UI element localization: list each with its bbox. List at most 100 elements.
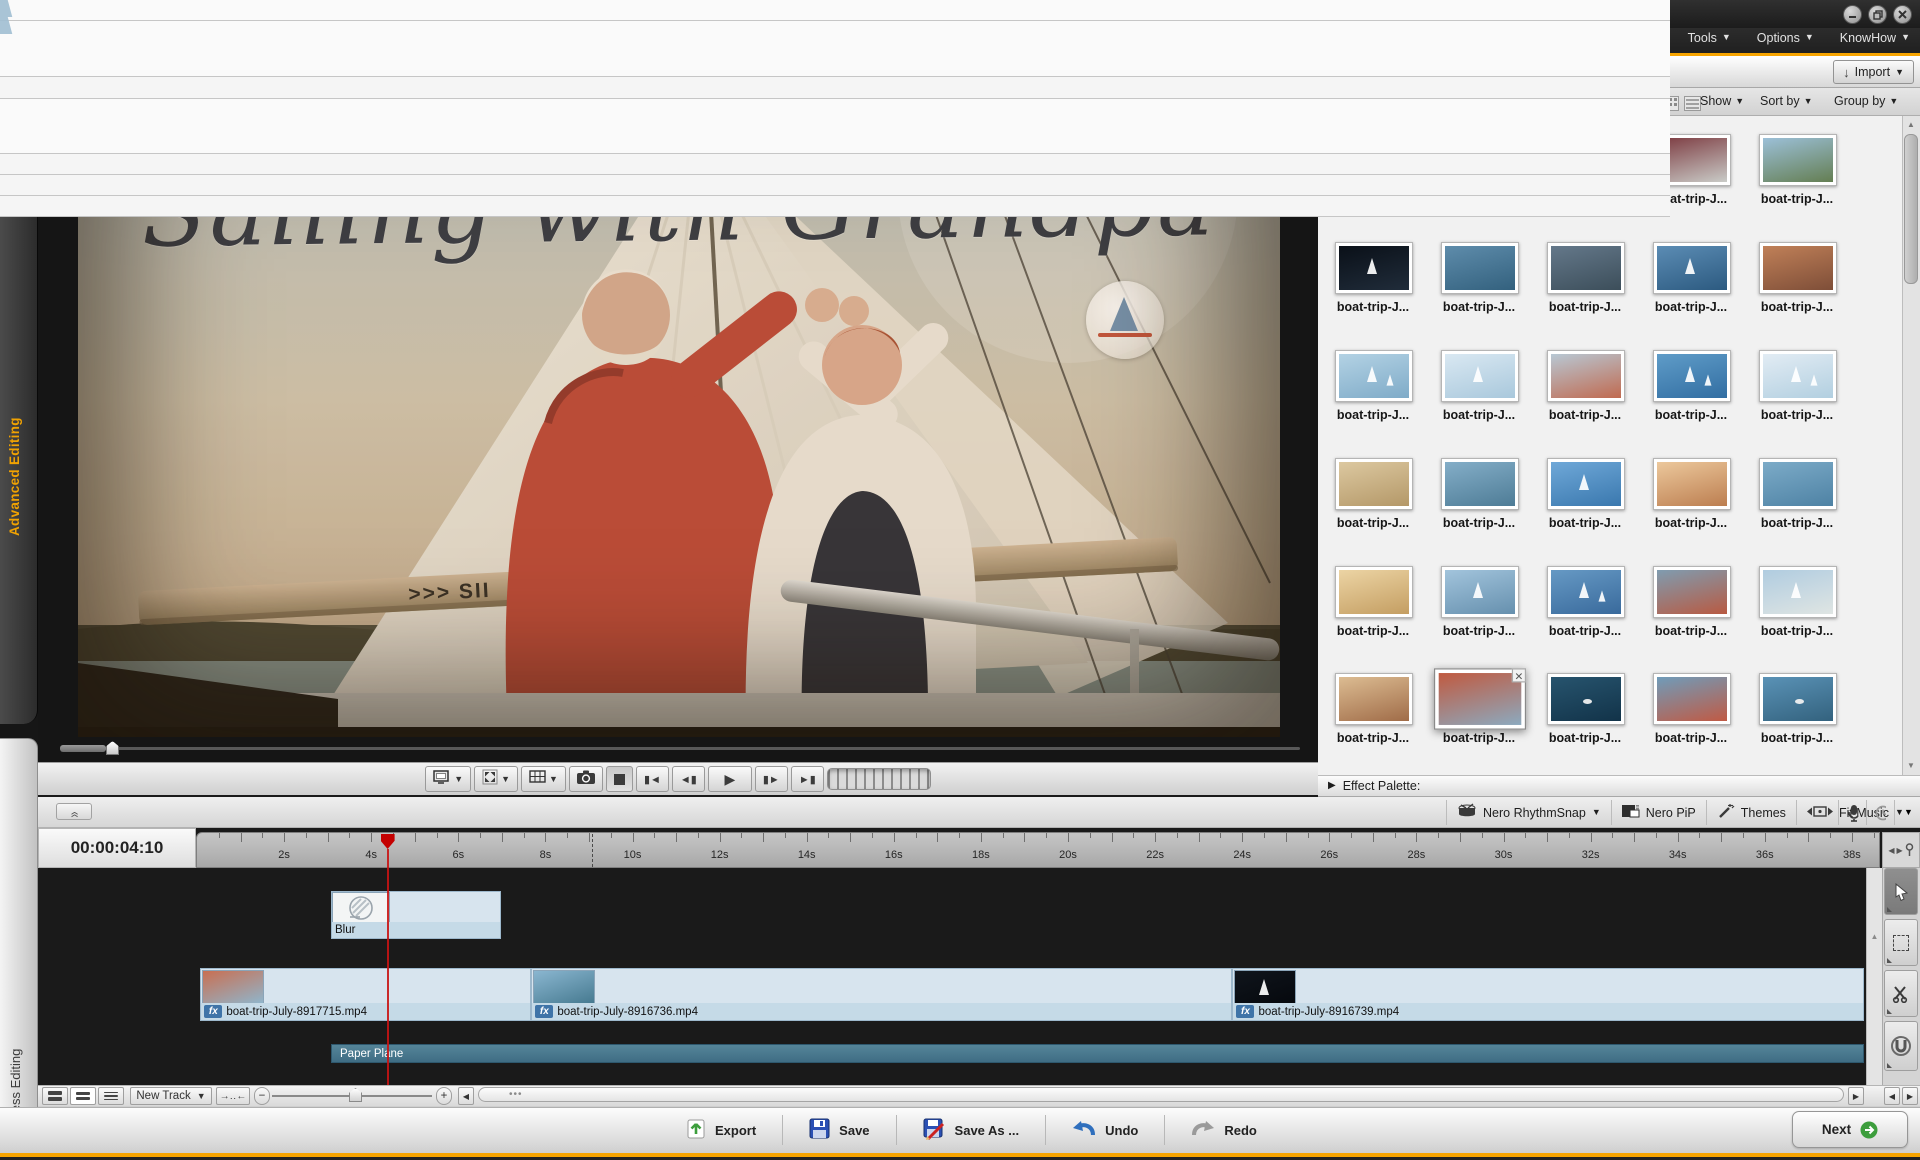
close-icon[interactable]: ✕ [1512, 668, 1526, 682]
track-height-large-button[interactable] [42, 1087, 68, 1105]
nav-right-icon[interactable]: ▶ [1897, 846, 1903, 855]
media-scroll-thumb[interactable] [1904, 134, 1918, 284]
nav-left-icon[interactable]: ◀ [1888, 846, 1894, 855]
scroll-down-icon[interactable]: ▼ [1903, 758, 1919, 774]
jump-end-button[interactable]: ►▮ [791, 766, 824, 792]
media-item[interactable] [1759, 566, 1837, 618]
safe-area-button[interactable]: ▼ [521, 766, 566, 792]
seek-bar[interactable] [60, 747, 1300, 750]
effect-palette-bar[interactable]: ▶ Effect Palette: [1318, 775, 1920, 797]
show-dropdown[interactable]: Show▼ [1700, 94, 1744, 108]
fx-badge[interactable]: fx [535, 1005, 553, 1018]
scroll-up-icon[interactable]: ▲ [1903, 117, 1919, 133]
clip-blur[interactable]: Blur [331, 891, 501, 939]
snap-tool-button[interactable] [1884, 1021, 1918, 1071]
media-item[interactable] [1653, 673, 1731, 725]
close-button[interactable] [1893, 5, 1912, 24]
playhead-line[interactable] [387, 849, 389, 1085]
collapse-timeline-button[interactable]: « [56, 803, 92, 820]
prev-frame-button[interactable]: ◄▮ [672, 766, 705, 792]
clip-music[interactable]: Paper Plane [331, 1044, 1864, 1063]
media-item[interactable] [1759, 242, 1837, 294]
jog-shuttle[interactable] [827, 768, 931, 790]
zoom-out-button[interactable]: − [254, 1087, 270, 1105]
media-item[interactable] [1441, 458, 1519, 510]
knowhow-menu[interactable]: KnowHow▼ [1840, 31, 1910, 45]
media-item[interactable] [1335, 242, 1413, 294]
media-item[interactable] [1441, 242, 1519, 294]
minimize-button[interactable] [1843, 5, 1862, 24]
track-height-small-button[interactable] [98, 1087, 124, 1105]
tab-express-editing[interactable]: Express Editing [0, 738, 38, 1160]
restore-button[interactable] [1868, 5, 1887, 24]
redo-button[interactable]: Redo [1165, 1113, 1283, 1147]
next-button[interactable]: Next [1792, 1111, 1908, 1148]
fullscreen-button[interactable]: ▼ [474, 766, 518, 792]
media-item[interactable] [1547, 242, 1625, 294]
media-item[interactable] [1441, 350, 1519, 402]
view-list-icon[interactable] [1684, 96, 1701, 111]
lane-video-1[interactable] [0, 99, 1670, 154]
save-as-button[interactable]: Save As ... [897, 1113, 1046, 1147]
hscroll-left-icon[interactable]: ◀ [458, 1087, 474, 1105]
media-item[interactable] [1759, 673, 1837, 725]
media-item[interactable] [1759, 458, 1837, 510]
media-item[interactable] [1547, 458, 1625, 510]
media-item[interactable] [1653, 458, 1731, 510]
undo-button[interactable]: Undo [1046, 1113, 1164, 1147]
export-button[interactable]: Export [660, 1113, 782, 1147]
transition-wedge[interactable] [0, 17, 20, 34]
fx-badge[interactable]: fx [1236, 1005, 1254, 1018]
timeline-vscroll[interactable]: ▲ [1866, 868, 1882, 1085]
fx-badge[interactable]: fx [204, 1005, 222, 1018]
group-by-dropdown[interactable]: Group by▼ [1834, 94, 1898, 108]
options-menu[interactable]: Options▼ [1757, 31, 1814, 45]
import-button[interactable]: ↓ Import ▼ [1833, 60, 1914, 84]
media-item[interactable] [1653, 350, 1731, 402]
next-frame-button[interactable]: ▮► [755, 766, 788, 792]
media-item[interactable] [1441, 566, 1519, 618]
timer-button[interactable] [1866, 800, 1894, 825]
toolbar-nero-rhythmsnap[interactable]: Nero RhythmSnap▼ [1446, 800, 1611, 825]
media-item[interactable] [1547, 566, 1625, 618]
timeline-hscroll[interactable]: ••• [478, 1087, 1844, 1102]
media-item[interactable] [1335, 673, 1413, 725]
select-tool-button[interactable] [1884, 868, 1918, 915]
media-item[interactable] [1547, 673, 1625, 725]
toolbar-themes[interactable]: Themes [1706, 800, 1796, 825]
lane-music[interactable] [0, 175, 1670, 196]
corner-left-icon[interactable]: ◀ [1884, 1087, 1900, 1105]
media-item[interactable] [1335, 458, 1413, 510]
hscroll-right-icon[interactable]: ▶ [1848, 1087, 1864, 1105]
media-item[interactable] [1759, 134, 1837, 186]
media-item[interactable] [1335, 350, 1413, 402]
corner-right-icon[interactable]: ▶ [1902, 1087, 1918, 1105]
media-item[interactable]: ✕ [1434, 668, 1526, 729]
stop-button[interactable] [606, 766, 633, 792]
media-item[interactable] [1335, 566, 1413, 618]
media-item[interactable] [1653, 242, 1731, 294]
play-button[interactable]: ▶ [708, 766, 752, 792]
transition-wedge[interactable] [0, 0, 20, 17]
zoom-in-button[interactable]: + [436, 1087, 452, 1105]
cut-tool-button[interactable] [1884, 970, 1918, 1017]
clip-video1-3[interactable]: fxboat-trip-July-8916739.mp4 [1232, 968, 1863, 1021]
clip-video1-2[interactable]: fxboat-trip-July-8916736.mp4 [531, 968, 1232, 1021]
fit-timeline-button[interactable]: →‥← [216, 1087, 250, 1105]
media-item[interactable] [1653, 566, 1731, 618]
tools-menu[interactable]: Tools▼ [1688, 31, 1731, 45]
lane-narration[interactable] [0, 196, 1670, 217]
storyboard-view-button[interactable]: ▼ [1894, 800, 1920, 825]
snapshot-button[interactable] [569, 766, 603, 792]
record-narration-button[interactable] [1838, 800, 1866, 825]
keyframe-pin-icon[interactable] [1905, 843, 1914, 857]
lane-audio-2[interactable] [0, 77, 1670, 99]
lane-master-effects[interactable] [0, 0, 1670, 21]
new-track-dropdown[interactable]: New Track▼ [130, 1087, 212, 1105]
timeline-ruler[interactable]: 2s4s6s8s10s12s14s16s18s20s22s24s26s28s30… [196, 832, 1880, 868]
marquee-tool-button[interactable] [1884, 919, 1918, 966]
media-item[interactable] [1547, 350, 1625, 402]
display-mode-button[interactable]: ▼ [425, 766, 471, 792]
media-item[interactable] [1759, 350, 1837, 402]
track-height-medium-button[interactable] [70, 1087, 96, 1105]
